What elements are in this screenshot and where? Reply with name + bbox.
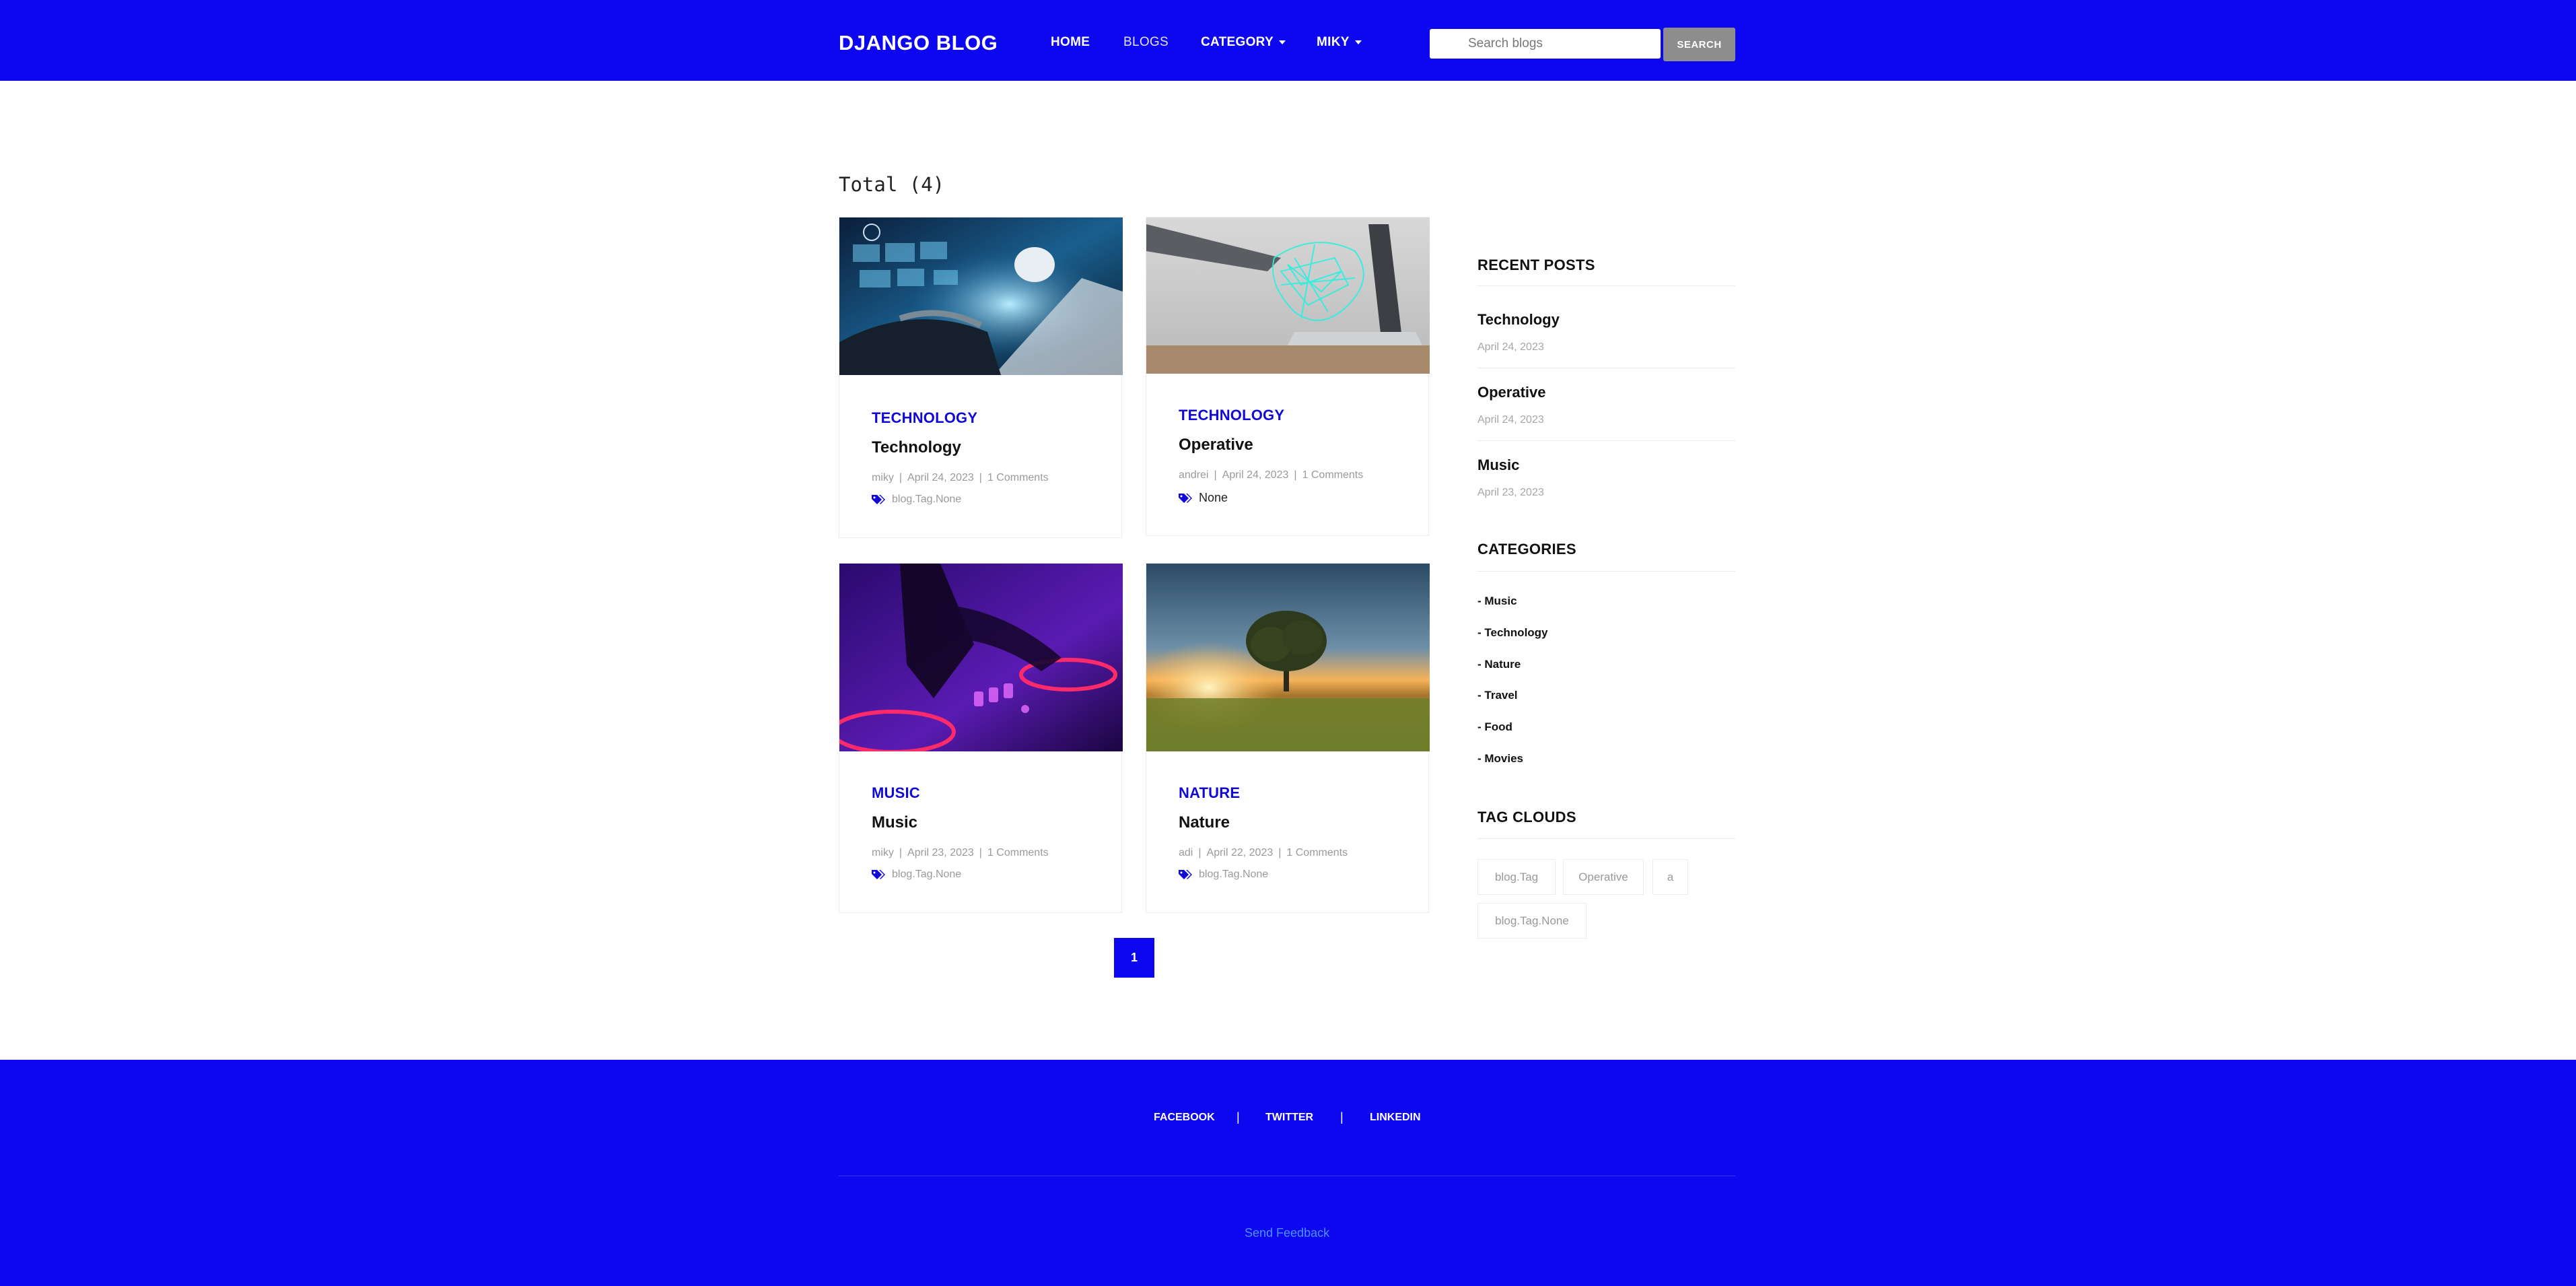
post-thumbnail-music[interactable] — [839, 564, 1123, 751]
footer-separator: | — [1340, 1110, 1344, 1124]
send-feedback-link[interactable]: Send Feedback — [1245, 1226, 1329, 1240]
post-tags: None — [1179, 491, 1415, 505]
post-thumbnail-technology[interactable] — [839, 217, 1123, 375]
post-comments[interactable]: 1 Comments — [1302, 469, 1364, 481]
post-author[interactable]: andrei — [1179, 469, 1208, 481]
tag-icon — [1179, 493, 1192, 503]
post-card[interactable]: NATURE Nature adi | April 22, 2023 | 1 Comme… — [1146, 563, 1430, 913]
post-author[interactable]: adi — [1179, 847, 1193, 858]
post-date: April 24, 2023 — [907, 472, 974, 483]
tag-pill[interactable]: Operative — [1563, 859, 1644, 895]
recent-post-date: April 24, 2023 — [1477, 341, 1544, 353]
post-tags: blog.Tag.None — [872, 869, 1108, 881]
post-date: April 24, 2023 — [1222, 469, 1289, 481]
tag-icon — [1179, 870, 1192, 879]
post-author[interactable]: miky — [872, 847, 894, 858]
brand-logo[interactable]: DJANGO BLOG — [839, 31, 998, 55]
nav-category-dropdown[interactable]: CATEGORY — [1201, 35, 1286, 50]
post-thumbnail-operative[interactable] — [1146, 217, 1430, 374]
tag-pill[interactable]: a — [1652, 859, 1688, 895]
post-tags: blog.Tag.None — [872, 494, 1108, 506]
search-input[interactable] — [1430, 29, 1661, 59]
category-link-technology[interactable]: - Technology — [1477, 626, 1548, 640]
post-meta: andrei | April 24, 2023 | 1 Comments — [1179, 469, 1364, 481]
navbar: DJANGO BLOG HOME BLOGS CATEGORY MIKY SEA… — [0, 0, 2576, 81]
tag-icon — [872, 870, 885, 879]
search-button[interactable]: SEARCH — [1663, 28, 1735, 61]
post-tags: blog.Tag.None — [1179, 869, 1415, 881]
tag-icon — [872, 495, 885, 504]
recent-posts-heading: RECENT POSTS — [1477, 257, 1595, 273]
categories-heading: CATEGORIES — [1477, 541, 1576, 557]
recent-post-date: April 23, 2023 — [1477, 487, 1544, 498]
tag-clouds-heading: TAG CLOUDS — [1477, 809, 1576, 825]
category-link-nature[interactable]: - Nature — [1477, 658, 1521, 671]
tag-pill[interactable]: blog.Tag — [1477, 859, 1556, 895]
recent-post-date: April 24, 2023 — [1477, 414, 1544, 426]
divider — [1477, 440, 1735, 441]
post-category[interactable]: TECHNOLOGY — [1179, 407, 1415, 424]
post-tag-text[interactable]: None — [1199, 491, 1228, 505]
post-comments[interactable]: 1 Comments — [1286, 847, 1348, 858]
footer-twitter-link[interactable]: TWITTER — [1265, 1112, 1313, 1124]
post-title[interactable]: Technology — [872, 438, 1108, 457]
post-meta: miky | April 23, 2023 | 1 Comments — [872, 847, 1049, 858]
post-tag-text[interactable]: blog.Tag.None — [892, 494, 961, 506]
nav-blogs[interactable]: BLOGS — [1123, 35, 1169, 50]
nav-category-label: CATEGORY — [1201, 35, 1274, 49]
post-category[interactable]: NATURE — [1179, 784, 1415, 802]
post-card[interactable]: TECHNOLOGY Operative andrei | April 24, 20… — [1146, 217, 1430, 536]
post-card[interactable]: MUSIC Music miky | April 23, 2023 | 1 Commen… — [839, 563, 1123, 913]
post-category[interactable]: TECHNOLOGY — [872, 409, 1108, 427]
footer-separator: | — [1237, 1110, 1240, 1124]
category-link-food[interactable]: - Food — [1477, 720, 1512, 734]
recent-post-title[interactable]: Music — [1477, 456, 1519, 474]
post-tag-text[interactable]: blog.Tag.None — [1199, 869, 1268, 881]
post-comments[interactable]: 1 Comments — [987, 847, 1049, 858]
divider — [1477, 571, 1735, 572]
post-date: April 22, 2023 — [1206, 847, 1274, 858]
post-meta: adi | April 22, 2023 | 1 Comments — [1179, 847, 1348, 858]
footer — [0, 1060, 2576, 1286]
divider — [1477, 285, 1735, 286]
post-title[interactable]: Operative — [1179, 436, 1415, 454]
post-category[interactable]: MUSIC — [872, 784, 1108, 802]
tag-pill[interactable]: blog.Tag.None — [1477, 903, 1587, 939]
nav-home[interactable]: HOME — [1051, 35, 1090, 50]
category-link-travel[interactable]: - Travel — [1477, 689, 1518, 702]
footer-facebook-link[interactable]: FACEBOOK — [1154, 1112, 1215, 1124]
post-date: April 23, 2023 — [907, 847, 974, 858]
post-comments[interactable]: 1 Comments — [987, 472, 1049, 483]
post-title[interactable]: Nature — [1179, 813, 1415, 832]
category-link-music[interactable]: - Music — [1477, 595, 1517, 608]
caret-down-icon — [1354, 40, 1362, 44]
footer-linkedin-link[interactable]: LINKEDIN — [1370, 1112, 1421, 1124]
post-author[interactable]: miky — [872, 472, 894, 483]
post-meta: miky | April 24, 2023 | 1 Comments — [872, 472, 1049, 483]
post-tag-text[interactable]: blog.Tag.None — [892, 869, 961, 881]
post-thumbnail-nature[interactable] — [1146, 564, 1430, 751]
caret-down-icon — [1278, 40, 1286, 44]
category-link-movies[interactable]: - Movies — [1477, 752, 1523, 766]
divider — [1477, 838, 1735, 839]
nav-user-label: MIKY — [1317, 35, 1350, 49]
recent-post-title[interactable]: Operative — [1477, 384, 1546, 401]
post-card[interactable]: TECHNOLOGY Technology miky | April 24, 202… — [839, 217, 1123, 538]
nav-user-dropdown[interactable]: MIKY — [1317, 35, 1362, 50]
posts-total: Total (4) — [839, 173, 945, 196]
pagination-page-1[interactable]: 1 — [1114, 938, 1154, 978]
post-title[interactable]: Music — [872, 813, 1108, 832]
recent-post-title[interactable]: Technology — [1477, 311, 1560, 329]
